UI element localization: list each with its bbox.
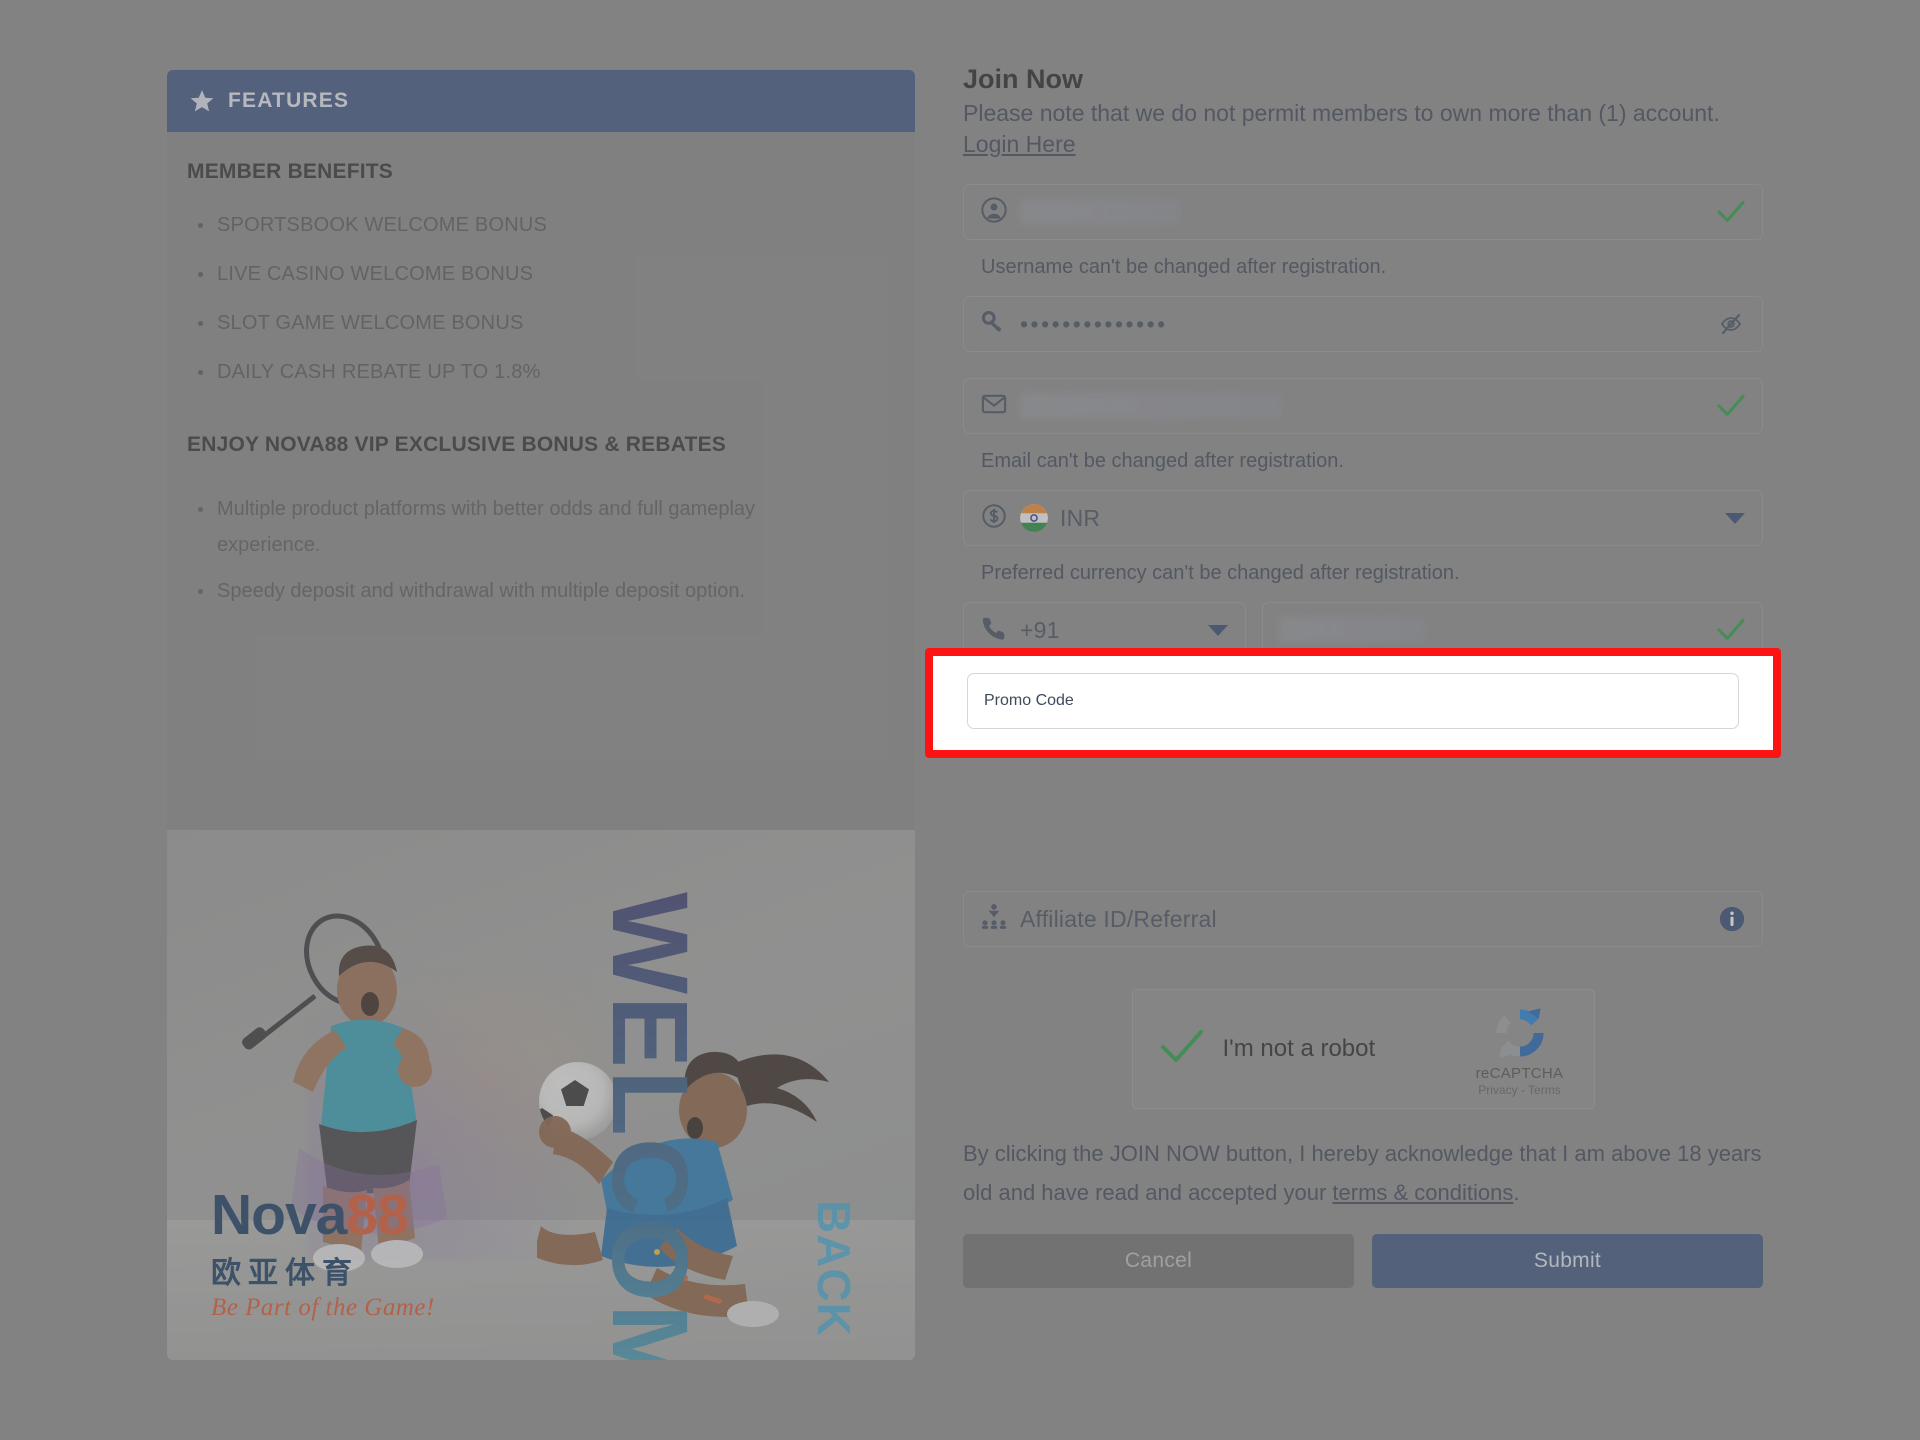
username-valid-indicator: [1716, 200, 1746, 224]
login-here-link[interactable]: Login Here: [963, 131, 1076, 157]
logo-wordmark: Nova88: [211, 1187, 541, 1244]
dollar-circle-icon: [980, 502, 1020, 535]
email-field[interactable]: [963, 378, 1763, 435]
user-circle-icon: [980, 196, 1020, 229]
nova88-logo: Nova88 欧亚体育 Be Part of the Game!: [211, 1187, 541, 1322]
registration-page: FEATURES MEMBER BENEFITS SPORTSBOOK WELC…: [0, 0, 1920, 1440]
terms-acknowledgement: By clicking the JOIN NOW button, I hereb…: [963, 1135, 1763, 1212]
logo-chinese-text: 欧亚体育: [211, 1256, 359, 1291]
affiliate-field[interactable]: Affiliate ID/Referral: [963, 891, 1763, 948]
promo-code-highlight: Promo Code: [925, 648, 1781, 758]
form-note-text: Please note that we do not permit member…: [963, 100, 1720, 126]
email-value-redacted: [1020, 393, 1282, 420]
chevron-down-icon[interactable]: [1724, 511, 1746, 525]
member-benefits-list: SPORTSBOOK WELCOME BONUS LIVE CASINO WEL…: [187, 214, 895, 383]
envelope-icon: [980, 390, 1020, 423]
username-helper-text: Username can't be changed after registra…: [981, 256, 1387, 279]
submit-button[interactable]: Submit: [1372, 1234, 1763, 1289]
key-icon: [980, 308, 1020, 341]
banner-welcome-text: WELCOME: [590, 892, 711, 1360]
vip-benefits-list: Multiple product platforms with better o…: [187, 491, 895, 609]
phone-valid-indicator: [1716, 618, 1746, 642]
logo-name: Nova: [211, 1183, 347, 1247]
email-valid-indicator: [1716, 394, 1746, 418]
currency-select[interactable]: INR: [963, 490, 1763, 547]
info-icon[interactable]: [1718, 905, 1746, 933]
vip-title: ENJOY NOVA88 VIP EXCLUSIVE BONUS & REBAT…: [187, 433, 726, 456]
registration-form: Join Now Please note that we do not perm…: [925, 64, 1781, 1289]
cancel-button[interactable]: Cancel: [963, 1234, 1354, 1289]
promo-code-placeholder: Promo Code: [984, 692, 1074, 709]
email-helper-text: Email can't be changed after registratio…: [981, 450, 1344, 473]
currency-value: INR: [1060, 504, 1101, 531]
phone-icon: [980, 614, 1020, 647]
form-note: Please note that we do not permit member…: [963, 98, 1763, 160]
currency-helper-text: Preferred currency can't be changed afte…: [981, 562, 1460, 585]
member-benefits-title: MEMBER BENEFITS: [187, 160, 394, 183]
password-value: ••••••••••••••: [1020, 310, 1168, 337]
list-item: SPORTSBOOK WELCOME BONUS: [198, 214, 895, 236]
recaptcha-label: I'm not a robot: [1222, 1035, 1376, 1063]
list-item: DAILY CASH REBATE UP TO 1.8%: [198, 361, 895, 383]
terms-period: .: [1513, 1179, 1520, 1205]
list-item: Speedy deposit and withdrawal with multi…: [198, 573, 837, 609]
password-field[interactable]: ••••••••••••••: [963, 296, 1763, 353]
form-actions: Cancel Submit: [963, 1234, 1763, 1289]
recaptcha-links[interactable]: Privacy - Terms: [1464, 1083, 1576, 1097]
features-title: FEATURES: [228, 89, 350, 112]
promo-banner-image: WELCOME BACK Nova88 欧亚体育 Be Part of the …: [167, 830, 915, 1360]
logo-number: 88: [346, 1183, 408, 1247]
username-field[interactable]: [963, 184, 1763, 241]
chevron-down-icon[interactable]: [1207, 623, 1229, 637]
recaptcha-wrapper: I'm not a robot reCAPTCHA Privacy - Term…: [963, 989, 1763, 1110]
features-panel: FEATURES MEMBER BENEFITS SPORTSBOOK WELC…: [167, 70, 915, 1360]
country-code-value: +91: [1020, 616, 1060, 643]
username-value-redacted: [1020, 199, 1180, 226]
list-item: LIVE CASINO WELCOME BONUS: [198, 263, 895, 285]
recaptcha-icon: [1495, 1007, 1544, 1058]
affiliate-placeholder: Affiliate ID/Referral: [1020, 905, 1217, 932]
password-visibility-toggle[interactable]: [1716, 312, 1746, 336]
promo-code-field[interactable]: Promo Code: [967, 673, 1739, 729]
page-title: Join Now: [963, 64, 1083, 94]
recaptcha-brand-name: reCAPTCHA: [1475, 1064, 1564, 1082]
phone-value-redacted: [1279, 617, 1425, 644]
recaptcha-brand: reCAPTCHA Privacy - Terms: [1464, 1002, 1576, 1097]
logo-slogan: Be Part of the Game!: [211, 1294, 435, 1321]
recaptcha-widget[interactable]: I'm not a robot reCAPTCHA Privacy - Term…: [1131, 989, 1595, 1110]
terms-conditions-link[interactable]: terms & conditions: [1332, 1180, 1513, 1205]
star-icon: [189, 88, 215, 114]
banner-back-text: BACK: [808, 1200, 860, 1337]
affiliate-icon: [980, 903, 1020, 936]
recaptcha-checkbox[interactable]: [1159, 1028, 1205, 1071]
in-flag-icon: [1020, 504, 1048, 533]
list-item: Multiple product platforms with better o…: [198, 491, 837, 563]
list-item: SLOT GAME WELCOME BONUS: [198, 312, 895, 334]
features-header: FEATURES: [167, 70, 915, 132]
